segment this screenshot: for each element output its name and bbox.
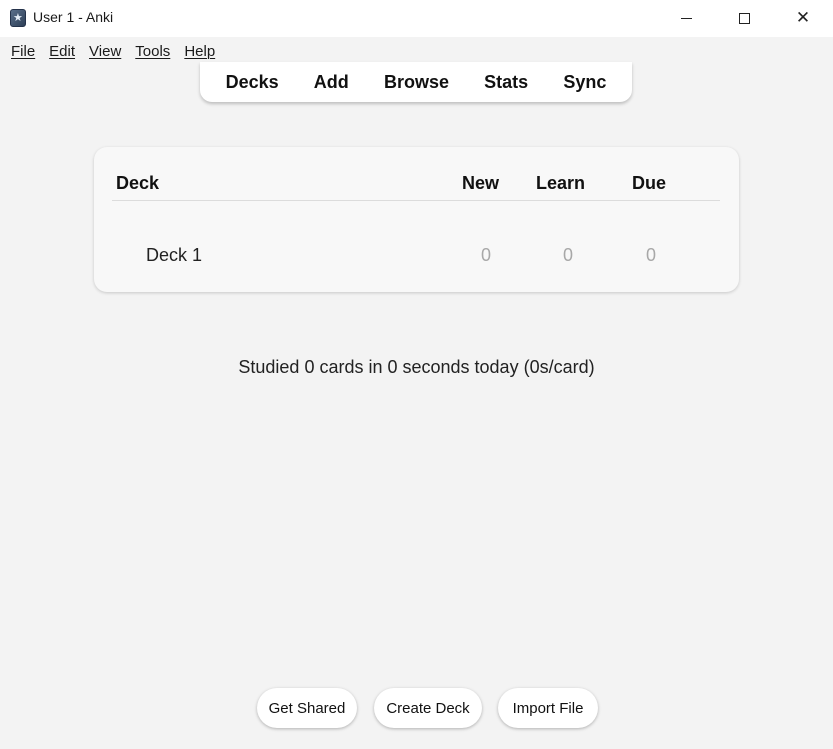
deck-row-new-count: 0 bbox=[480, 245, 491, 265]
anki-app-icon bbox=[10, 9, 26, 27]
window-title: User 1 - Anki bbox=[33, 9, 114, 25]
menu-file[interactable]: File bbox=[5, 43, 41, 60]
toolbar-browse-link[interactable]: Browse bbox=[374, 72, 459, 93]
minimize-button[interactable] bbox=[657, 0, 715, 37]
close-button[interactable]: ✕ bbox=[774, 0, 832, 37]
menu-bar: File Edit View Tools Help bbox=[0, 37, 833, 63]
get-shared-button[interactable]: Get Shared bbox=[257, 688, 357, 728]
toolbar-sync-link[interactable]: Sync bbox=[553, 72, 616, 93]
header-divider bbox=[112, 200, 720, 201]
minimize-icon bbox=[680, 18, 692, 19]
main-toolbar: Decks Add Browse Stats Sync bbox=[200, 62, 632, 102]
create-deck-button[interactable]: Create Deck bbox=[374, 688, 482, 728]
toolbar-stats-link[interactable]: Stats bbox=[474, 72, 538, 93]
menu-view[interactable]: View bbox=[83, 43, 127, 60]
maximize-button[interactable] bbox=[715, 0, 773, 37]
menu-edit[interactable]: Edit bbox=[43, 43, 81, 60]
menu-tools[interactable]: Tools bbox=[129, 43, 176, 60]
toolbar-add-link[interactable]: Add bbox=[304, 72, 359, 93]
import-file-button[interactable]: Import File bbox=[498, 688, 598, 728]
menu-help[interactable]: Help bbox=[178, 43, 221, 60]
anki-main-window: User 1 - Anki ✕ File Edit View Tools Hel… bbox=[0, 0, 833, 749]
deck-row-name[interactable]: Deck 1 bbox=[146, 245, 202, 266]
maximize-icon bbox=[738, 13, 750, 24]
learn-column-header: Learn bbox=[536, 173, 586, 193]
title-bar: User 1 - Anki ✕ bbox=[0, 0, 833, 37]
toolbar-decks-link[interactable]: Decks bbox=[216, 72, 289, 93]
deck-list-card: Deck New Learn Due Deck 1 0 0 0 bbox=[94, 147, 739, 292]
close-icon: ✕ bbox=[795, 8, 811, 28]
study-summary-text: Studied 0 cards in 0 seconds today (0s/c… bbox=[238, 357, 595, 377]
deck-row-due-count: 0 bbox=[645, 245, 656, 265]
due-column-header: Due bbox=[632, 173, 667, 193]
new-column-header: New bbox=[462, 173, 500, 193]
deck-column-header: Deck bbox=[116, 173, 160, 193]
deck-row-learn-count: 0 bbox=[562, 245, 573, 265]
